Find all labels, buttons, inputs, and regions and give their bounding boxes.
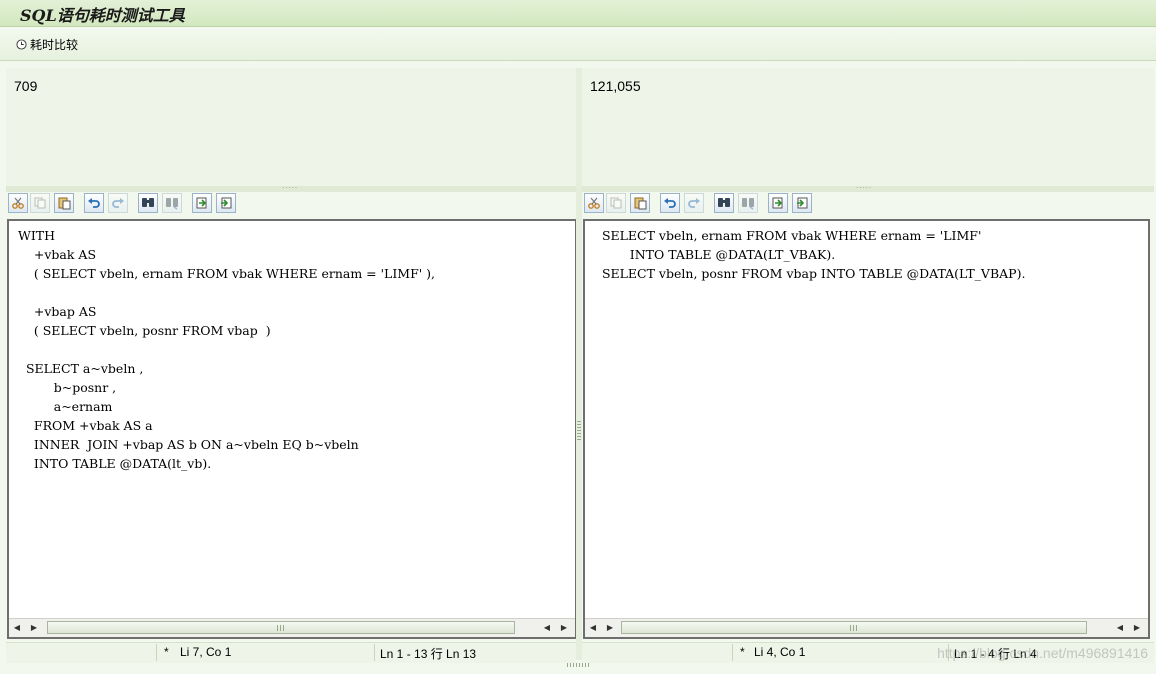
undo-icon[interactable] (84, 193, 104, 213)
paste-icon[interactable] (54, 193, 74, 213)
scroll-left-icon[interactable]: ◀ (588, 622, 598, 634)
left-modified-flag: * (164, 645, 169, 659)
scroll-right-icon[interactable]: ▶ (605, 622, 615, 634)
main-toolbar: 耗时比较 (0, 28, 1156, 61)
right-modified-flag: * (740, 645, 745, 659)
bottom-splitter-grip[interactable] (567, 663, 589, 667)
right-horizontal-scrollbar[interactable]: ◀ ▶ ◀ ▶ (585, 618, 1148, 637)
cut-icon[interactable] (8, 193, 28, 213)
find-icon[interactable] (714, 193, 734, 213)
left-code-editor[interactable]: WITH +vbak AS ( SELECT vbeln, ernam FROM… (7, 219, 577, 639)
left-line-range: Ln 1 - 13 行 Ln 13 (380, 647, 477, 661)
right-editor-toolbar (584, 193, 1144, 217)
compare-button[interactable]: 耗时比较 (16, 35, 78, 53)
right-cursor-position: Li 4, Co 1 (754, 645, 806, 659)
left-result-area: 709 (6, 68, 576, 186)
app-title: SQL语句耗时测试工具 (20, 6, 185, 25)
scroll-left-icon[interactable]: ◀ (542, 622, 552, 634)
left-splitter[interactable]: ····· (6, 186, 576, 192)
left-cursor-position: Li 7, Co 1 (180, 645, 232, 659)
download-icon[interactable] (216, 193, 236, 213)
paste-icon[interactable] (630, 193, 650, 213)
find-next-icon[interactable] (162, 193, 182, 213)
scroll-left-icon[interactable]: ◀ (12, 622, 22, 634)
copy-icon[interactable] (30, 193, 50, 213)
watermark: https://blog.csdn.net/m496891416 (937, 645, 1148, 661)
copy-icon[interactable] (606, 193, 626, 213)
left-elapsed-value: 709 (14, 78, 38, 94)
scroll-right-icon[interactable]: ▶ (1132, 622, 1142, 634)
right-result-area: 121,055 (582, 68, 1154, 186)
upload-icon[interactable] (192, 193, 212, 213)
find-icon[interactable] (138, 193, 158, 213)
right-code-text[interactable]: SELECT vbeln, ernam FROM vbak WHERE erna… (594, 226, 1025, 283)
left-code-text[interactable]: WITH +vbak AS ( SELECT vbeln, ernam FROM… (18, 226, 435, 473)
scroll-thumb[interactable] (621, 621, 1087, 634)
undo-icon[interactable] (660, 193, 680, 213)
clock-icon (16, 38, 27, 50)
upload-icon[interactable] (768, 193, 788, 213)
compare-button-label: 耗时比较 (30, 37, 79, 52)
scroll-right-icon[interactable]: ▶ (559, 622, 569, 634)
find-next-icon[interactable] (738, 193, 758, 213)
download-icon[interactable] (792, 193, 812, 213)
left-status-bar: * Li 7, Co 1 Ln 1 - 13 行 Ln 13 (6, 642, 576, 663)
cut-icon[interactable] (584, 193, 604, 213)
left-horizontal-scrollbar[interactable]: ◀ ▶ ◀ ▶ (9, 618, 575, 637)
redo-icon[interactable] (684, 193, 704, 213)
scroll-left-icon[interactable]: ◀ (1115, 622, 1125, 634)
title-bar: SQL语句耗时测试工具 (0, 0, 1156, 27)
redo-icon[interactable] (108, 193, 128, 213)
right-code-editor[interactable]: SELECT vbeln, ernam FROM vbak WHERE erna… (583, 219, 1150, 639)
right-elapsed-value: 121,055 (590, 78, 641, 94)
left-editor-toolbar (8, 193, 568, 217)
right-splitter[interactable]: ····· (582, 186, 1154, 192)
scroll-thumb[interactable] (47, 621, 515, 634)
scroll-right-icon[interactable]: ▶ (29, 622, 39, 634)
